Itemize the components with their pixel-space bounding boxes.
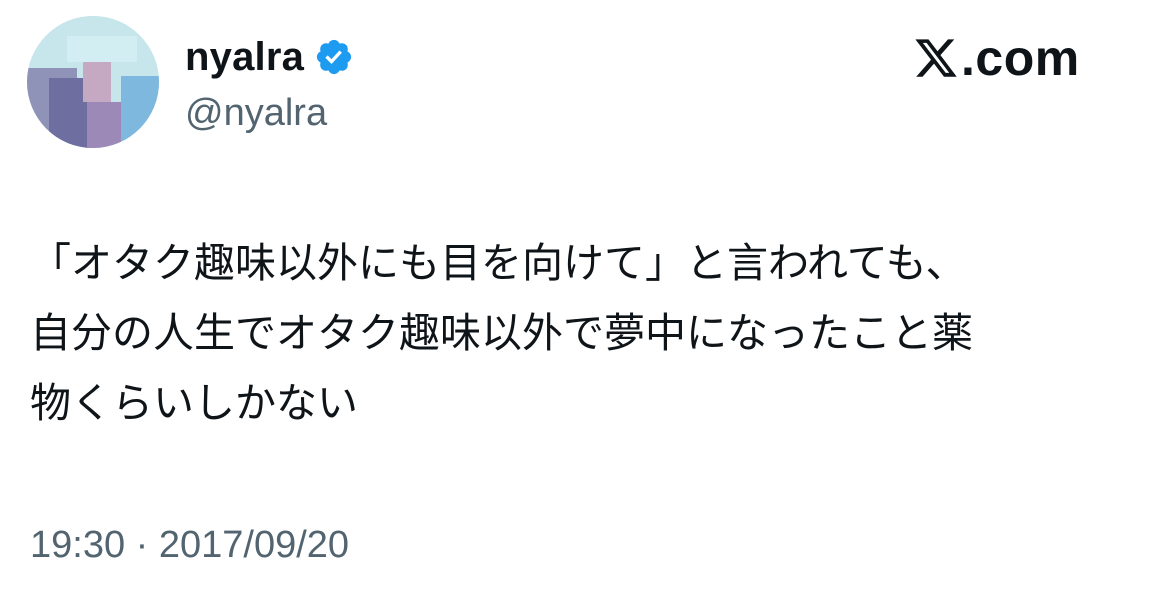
tweet-timestamp[interactable]: 19:30 · 2017/09/20: [30, 520, 349, 570]
tweet-line: 「オタク趣味以外にも目を向けて」と言われても、: [30, 239, 967, 287]
avatar-pixel: [83, 62, 111, 102]
tweet-text: 「オタク趣味以外にも目を向けて」と言われても、 自分の人生でオタク趣味以外で夢中…: [30, 228, 1140, 438]
tweet-line: 物くらいしかない: [30, 379, 358, 427]
avatar-pixel: [87, 102, 121, 148]
x-logo-icon: [913, 35, 959, 81]
verified-badge-icon: [314, 37, 354, 77]
tweet-line: 自分の人生でオタク趣味以外で夢中になったこと薬: [30, 309, 973, 357]
display-name[interactable]: nyalra: [185, 30, 304, 84]
brand-mark: .com: [913, 28, 1113, 88]
brand-text: .com: [961, 30, 1080, 86]
tweet-card: nyalra @nyalra .com 「オタク趣味以外にも目を向けて」と言われ…: [0, 0, 1170, 603]
avatar-pixel: [121, 76, 159, 148]
user-info: nyalra @nyalra: [185, 30, 685, 138]
user-handle[interactable]: @nyalra: [185, 88, 685, 138]
avatar[interactable]: [27, 16, 159, 148]
name-row: nyalra: [185, 30, 685, 84]
avatar-pixel: [67, 36, 137, 62]
